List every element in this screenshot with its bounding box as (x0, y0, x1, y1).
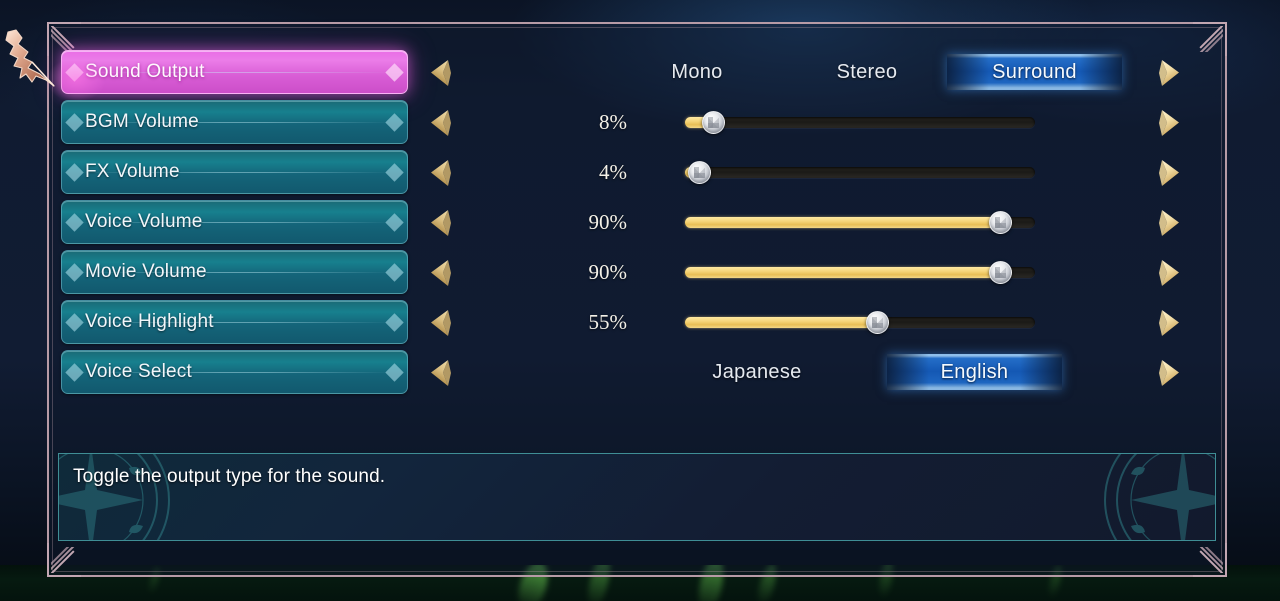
setting-label: Movie Volume (85, 261, 207, 282)
option-mono[interactable]: Mono (632, 54, 762, 90)
settings-row: BGM Volume 8% (47, 100, 1227, 150)
slider-fill (685, 217, 1000, 228)
frame-corner-bottom-left (47, 543, 81, 577)
chevron-left-icon[interactable] (424, 106, 458, 140)
description-text: Toggle the output type for the sound. (73, 466, 386, 487)
settings-row: FX Volume 4% (47, 150, 1227, 200)
setting-label: BGM Volume (85, 111, 199, 132)
slider-value: 90% (588, 260, 628, 284)
setting-control: Japanese English (477, 350, 1097, 394)
slider-fill (685, 267, 1000, 278)
setting-button-fx-volume[interactable]: FX Volume (61, 150, 408, 194)
chevron-left-icon[interactable] (424, 156, 458, 190)
slider-value: 55% (588, 310, 628, 334)
setting-label: Sound Output (85, 61, 205, 82)
slider-knob[interactable] (701, 111, 725, 134)
slider-fill (685, 317, 878, 328)
chevron-right-icon[interactable] (1152, 56, 1186, 90)
setting-button-sound-output[interactable]: Sound Output (61, 50, 408, 94)
chevron-right-icon[interactable] (1152, 156, 1186, 190)
slider-track[interactable] (685, 111, 1035, 134)
chevron-right-icon[interactable] (1152, 306, 1186, 340)
chevron-left-icon[interactable] (424, 356, 458, 390)
slider-value: 90% (588, 210, 628, 234)
setting-control: 8% (477, 100, 1097, 144)
description-panel: Toggle the output type for the sound. (58, 453, 1216, 541)
slider-value: 4% (599, 160, 627, 184)
setting-control: Mono Stereo Surround (477, 50, 1122, 94)
settings-row: Sound Output Mono Stereo Surround (47, 50, 1227, 100)
settings-row: Voice Highlight 55% (47, 300, 1227, 350)
option-group: Mono Stereo Surround (477, 50, 1122, 94)
setting-control: 55% (477, 300, 1097, 344)
setting-button-movie-volume[interactable]: Movie Volume (61, 250, 408, 294)
option-label: Stereo (836, 60, 898, 83)
setting-control: 90% (477, 250, 1097, 294)
slider-knob[interactable] (988, 261, 1012, 284)
option-label: Mono (671, 60, 723, 83)
option-label: Surround (992, 60, 1077, 83)
chevron-left-icon[interactable] (424, 256, 458, 290)
option-japanese[interactable]: Japanese (667, 354, 847, 390)
slider-knob[interactable] (988, 211, 1012, 234)
slider-knob[interactable] (866, 311, 889, 334)
chevron-right-icon[interactable] (1152, 256, 1186, 290)
setting-label: Voice Highlight (85, 311, 214, 332)
chevron-left-icon[interactable] (424, 56, 458, 90)
setting-button-voice-volume[interactable]: Voice Volume (61, 200, 408, 244)
settings-row: Movie Volume 90% (47, 250, 1227, 300)
chevron-left-icon[interactable] (424, 206, 458, 240)
slider-track[interactable] (685, 261, 1035, 284)
chevron-right-icon[interactable] (1152, 106, 1186, 140)
setting-label: Voice Select (85, 361, 192, 382)
setting-button-bgm-volume[interactable]: BGM Volume (61, 100, 408, 144)
setting-control: 4% (477, 150, 1097, 194)
setting-control: 90% (477, 200, 1097, 244)
chevron-left-icon[interactable] (424, 306, 458, 340)
option-surround[interactable]: Surround (947, 54, 1122, 90)
slider-track[interactable] (685, 311, 1035, 334)
chevron-right-icon[interactable] (1152, 206, 1186, 240)
setting-label: FX Volume (85, 161, 180, 182)
settings-row: Voice Volume 90% (47, 200, 1227, 250)
setting-label: Voice Volume (85, 211, 203, 232)
setting-button-voice-select[interactable]: Voice Select (61, 350, 408, 394)
option-label: English (940, 360, 1009, 383)
option-group: Japanese English (477, 350, 1097, 394)
slider-track[interactable] (685, 211, 1035, 234)
option-label: Japanese (712, 360, 802, 383)
option-stereo[interactable]: Stereo (802, 54, 932, 90)
settings-row: Voice Select Japanese English (47, 350, 1227, 400)
slider-track[interactable] (685, 161, 1035, 184)
slider-knob[interactable] (687, 161, 711, 184)
slider-value: 8% (599, 110, 627, 134)
setting-button-voice-highlight[interactable]: Voice Highlight (61, 300, 408, 344)
option-english[interactable]: English (887, 354, 1062, 390)
chevron-right-icon[interactable] (1152, 356, 1186, 390)
frame-corner-bottom-right (1193, 543, 1227, 577)
